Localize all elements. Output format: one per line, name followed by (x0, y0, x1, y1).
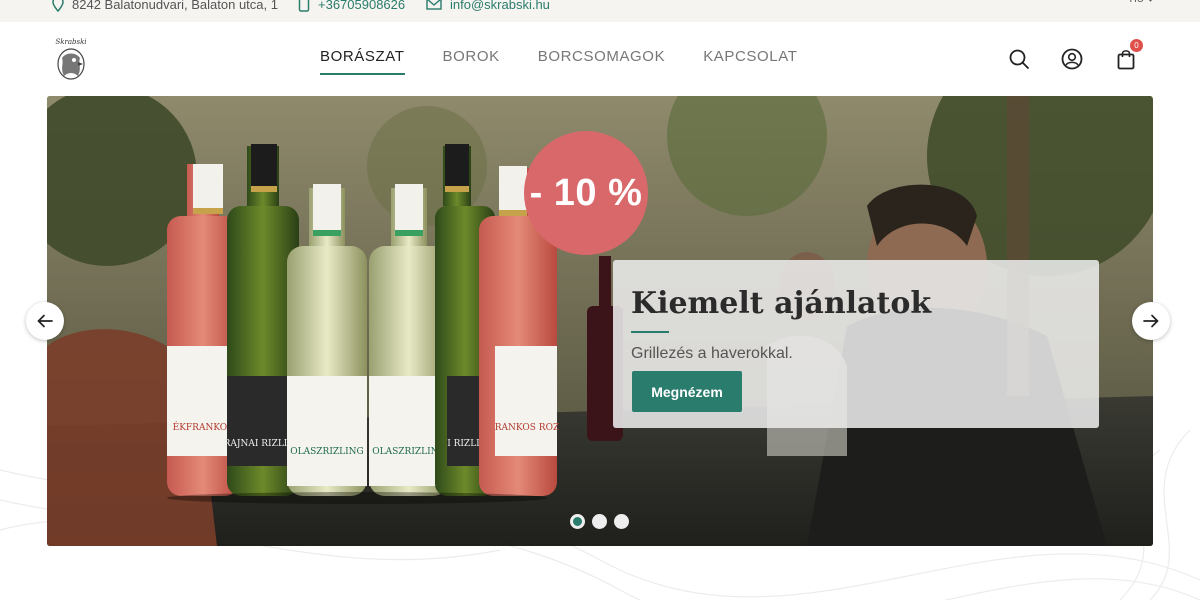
slide-dot-2[interactable] (592, 514, 607, 529)
arrow-right-icon (1143, 314, 1159, 328)
main-nav: BORÁSZAT BOROK BORCSOMAGOK KAPCSOLAT (320, 48, 836, 75)
email-text[interactable]: info@skrabski.hu (450, 0, 550, 12)
phone-icon (298, 0, 310, 12)
svg-text:Skrabski: Skrabski (55, 38, 86, 46)
user-icon[interactable] (1061, 48, 1083, 70)
view-offer-button[interactable]: Megnézem (632, 371, 742, 412)
slider-pagination (570, 514, 629, 529)
nav-item-kapcsolat[interactable]: KAPCSOLAT (703, 48, 797, 75)
promo-title-underline (631, 331, 669, 333)
map-pin-icon (52, 0, 64, 12)
previous-slide-button[interactable] (26, 302, 64, 340)
site-header: Skrabski BORÁSZAT BOROK BORCSOMAGOK KAPC… (0, 22, 1200, 96)
promo-subtitle: Grillezés a haverokkal. (631, 345, 793, 362)
nav-item-borok[interactable]: BOROK (443, 48, 500, 75)
discount-badge: - 10 % (524, 131, 648, 255)
address-item: 8242 Balatonudvari, Balaton utca, 1 (52, 0, 278, 14)
hero-slider: ÉKFRANKOS RAJNAI RIZLING OLASZRIZLING OL… (47, 96, 1153, 546)
promo-title: Kiemelt ajánlatok (631, 286, 932, 321)
slide-dot-1[interactable] (570, 514, 585, 529)
chevron-down-icon (1149, 0, 1152, 2)
slide-dot-3[interactable] (614, 514, 629, 529)
language-label[interactable]: HU (1130, 0, 1144, 5)
next-slide-button[interactable] (1132, 302, 1170, 340)
top-info-bar: 8242 Balatonudvari, Balaton utca, 1 +367… (0, 0, 1200, 22)
address-text: 8242 Balatonudvari, Balaton utca, 1 (72, 0, 278, 12)
svg-text:ÉKFRANKOS: ÉKFRANKOS (173, 421, 234, 433)
promo-card: Kiemelt ajánlatok Grillezés a haverokkal… (613, 260, 1099, 428)
cart-count-badge: 0 (1130, 39, 1143, 52)
svg-text:RANKOS ROZ: RANKOS ROZ (495, 423, 559, 433)
arrow-left-icon (37, 314, 53, 328)
phone-item[interactable]: +36705908626 (298, 0, 405, 14)
skrabski-logo[interactable]: Skrabski (52, 36, 90, 84)
phone-text[interactable]: +36705908626 (318, 0, 405, 12)
envelope-icon (426, 0, 442, 10)
nav-item-boraszat[interactable]: BORÁSZAT (320, 48, 405, 75)
nav-item-borcsomagok[interactable]: BORCSOMAGOK (538, 48, 665, 75)
email-item[interactable]: info@skrabski.hu (426, 0, 550, 14)
svg-text:OLASZRIZLING: OLASZRIZLING (372, 447, 445, 457)
language-selector[interactable]: HU (1130, 0, 1154, 5)
svg-text:OLASZRIZLING: OLASZRIZLING (290, 447, 363, 457)
search-icon[interactable] (1008, 48, 1030, 70)
